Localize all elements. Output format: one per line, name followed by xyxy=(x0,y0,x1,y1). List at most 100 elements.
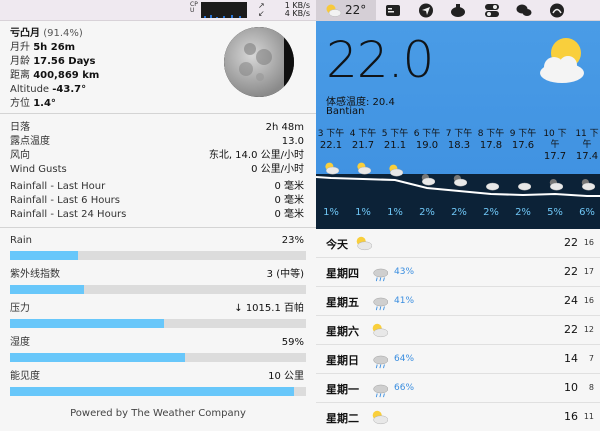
partly-cloudy-large-icon xyxy=(540,38,584,83)
hourly-item[interactable]: 5 下午 21.1 xyxy=(379,129,411,152)
weather-details-panel: 亏凸月 (91.4%) 月升 5h 26m 月龄 17.56 Days 距离 4… xyxy=(0,21,316,431)
app-icon[interactable] xyxy=(549,3,565,18)
day-name: 星期一 xyxy=(326,383,359,396)
net-down: 4 KB/s xyxy=(284,9,310,18)
detail-value: 东北, 14.0 公里/小时 xyxy=(208,150,304,161)
metric-label: 能见度 xyxy=(10,371,40,382)
hour-precip: 5% xyxy=(547,207,563,218)
current-temp: 22.0 xyxy=(326,31,434,89)
hour-icon-wrap xyxy=(579,177,596,197)
hour-temp: 17.7 xyxy=(543,151,567,162)
day-icon-wrap xyxy=(370,293,389,315)
metric-label: 压力 xyxy=(10,303,30,314)
metric-label-row: 压力 ↓ 1015.1 百帕 xyxy=(10,302,306,316)
hour-time: 10 下午 xyxy=(543,129,567,150)
rainfall-value: 0 毫米 xyxy=(274,209,304,220)
sun-cloud-icon xyxy=(357,162,372,175)
cloud-app-icon[interactable] xyxy=(450,3,466,18)
daily-row[interactable]: 星期五 41% 24 16 xyxy=(316,287,600,316)
toggle-icon[interactable] xyxy=(484,3,500,18)
detail-value: 0 公里/小时 xyxy=(251,164,304,175)
hour-icon-wrap xyxy=(419,172,436,192)
location-name[interactable]: Bantian xyxy=(326,106,365,117)
hourly-item[interactable]: 4 下午 21.7 xyxy=(347,129,379,152)
rainfall-value: 0 毫米 xyxy=(274,181,304,192)
day-icon-wrap xyxy=(370,264,389,286)
metric-bar-group: Rain 23% xyxy=(10,234,306,268)
hour-time: 5 下午 xyxy=(381,129,409,139)
hour-precip: 2% xyxy=(483,207,499,218)
cloud-icon xyxy=(518,182,532,191)
hourly-item[interactable]: 6 下午 19.0 xyxy=(411,129,443,152)
daily-row[interactable]: 今天 22 16 xyxy=(316,229,600,258)
menu-bar: CPU ↗ ↙ 1 KB/s 4 KB/s 22° xyxy=(0,0,600,21)
hourly-item[interactable]: 11 下午 17.4 xyxy=(571,129,600,163)
day-low: 16 xyxy=(583,296,594,305)
daily-row[interactable]: 星期二 16 11 xyxy=(316,403,600,431)
metric-bar xyxy=(10,251,306,260)
day-name: 星期二 xyxy=(326,412,359,425)
day-high: 16 xyxy=(564,410,578,423)
hourly-item[interactable]: 3 下午 22.1 xyxy=(316,129,347,152)
hour-precip: 1% xyxy=(387,207,403,218)
sun-cloud-icon xyxy=(389,164,404,177)
daily-row[interactable]: 星期日 64% 14 7 xyxy=(316,345,600,374)
hour-precip: 2% xyxy=(515,207,531,218)
wechat-icon[interactable] xyxy=(516,3,532,18)
sun-cloud-icon xyxy=(372,323,389,338)
metric-bar-fill xyxy=(10,387,295,396)
moon-cloud-icon xyxy=(581,179,596,191)
hour-icon-wrap xyxy=(355,161,372,181)
moon-age-value: 17.56 Days xyxy=(33,56,96,67)
day-name: 今天 xyxy=(326,238,348,251)
metric-bar-group: 能见度 10 公里 xyxy=(10,370,306,404)
hour-precip: 6% xyxy=(579,207,595,218)
day-low: 11 xyxy=(583,412,594,421)
moon-azimuth-value: 1.4° xyxy=(33,98,56,109)
rainfall-row: Rainfall - Last 6 Hours 0 毫米 xyxy=(10,194,306,208)
daily-row[interactable]: 星期六 22 12 xyxy=(316,316,600,345)
current-conditions: 22.0 体感温度: 20.4 Bantian 3 下午 22.1 4 下午 21.7… xyxy=(316,21,600,229)
hourly-item[interactable]: 7 下午 18.3 xyxy=(443,129,475,152)
hour-time: 11 下午 xyxy=(575,129,599,150)
rainfall-list: Rainfall - Last Hour 0 毫米 Rainfall - Last … xyxy=(10,180,306,222)
day-low: 12 xyxy=(583,325,594,334)
hour-temp: 21.7 xyxy=(351,140,375,151)
cpu-graph[interactable] xyxy=(201,2,247,18)
cloud-rain-icon xyxy=(373,355,389,369)
hour-temp: 17.4 xyxy=(575,151,599,162)
rainfall-row: Rainfall - Last 24 Hours 0 毫米 xyxy=(10,208,306,222)
day-name: 星期六 xyxy=(326,325,359,338)
sun-cloud-icon xyxy=(325,162,340,175)
moon-cloud-icon xyxy=(421,174,436,186)
network-speed[interactable]: 1 KB/s 4 KB/s xyxy=(282,2,310,18)
daily-row[interactable]: 星期一 66% 10 8 xyxy=(316,374,600,403)
hour-time: 8 下午 xyxy=(477,129,505,139)
hour-temp: 19.0 xyxy=(415,140,439,151)
metric-bar-group: 湿度 59% xyxy=(10,336,306,370)
daily-row[interactable]: 星期四 43% 22 17 xyxy=(316,258,600,287)
hourly-item[interactable]: 10 下午 17.7 xyxy=(539,129,571,163)
hour-time: 7 下午 xyxy=(445,129,473,139)
rainfall-row: Rainfall - Last Hour 0 毫米 xyxy=(10,180,306,194)
day-high: 10 xyxy=(564,381,578,394)
forecast-panel: 22.0 体感温度: 20.4 Bantian 3 下午 22.1 4 下午 21.7… xyxy=(316,21,600,431)
metric-bar-group: 紫外线指数 3 (中等) xyxy=(10,268,306,302)
hourly-item[interactable]: 8 下午 17.8 xyxy=(475,129,507,152)
hour-time: 6 下午 xyxy=(413,129,441,139)
moon-image xyxy=(224,27,294,97)
day-name: 星期四 xyxy=(326,267,359,280)
powered-by-link[interactable]: Powered by The Weather Company xyxy=(0,408,316,419)
weather-menu-item[interactable]: 22° xyxy=(316,0,376,21)
metric-value: 3 (中等) xyxy=(266,269,304,280)
hourly-item[interactable]: 9 下午 17.6 xyxy=(507,129,539,152)
window-icon[interactable] xyxy=(385,3,401,18)
hour-icon-wrap xyxy=(387,163,404,183)
day-icon-wrap xyxy=(370,322,389,344)
day-high: 14 xyxy=(564,352,578,365)
navigation-arrow-icon[interactable] xyxy=(418,3,434,18)
day-precip: 66% xyxy=(394,383,415,393)
day-high: 22 xyxy=(564,236,578,249)
detail-label: 露点温度 xyxy=(10,136,50,147)
cloud-icon xyxy=(486,182,500,191)
